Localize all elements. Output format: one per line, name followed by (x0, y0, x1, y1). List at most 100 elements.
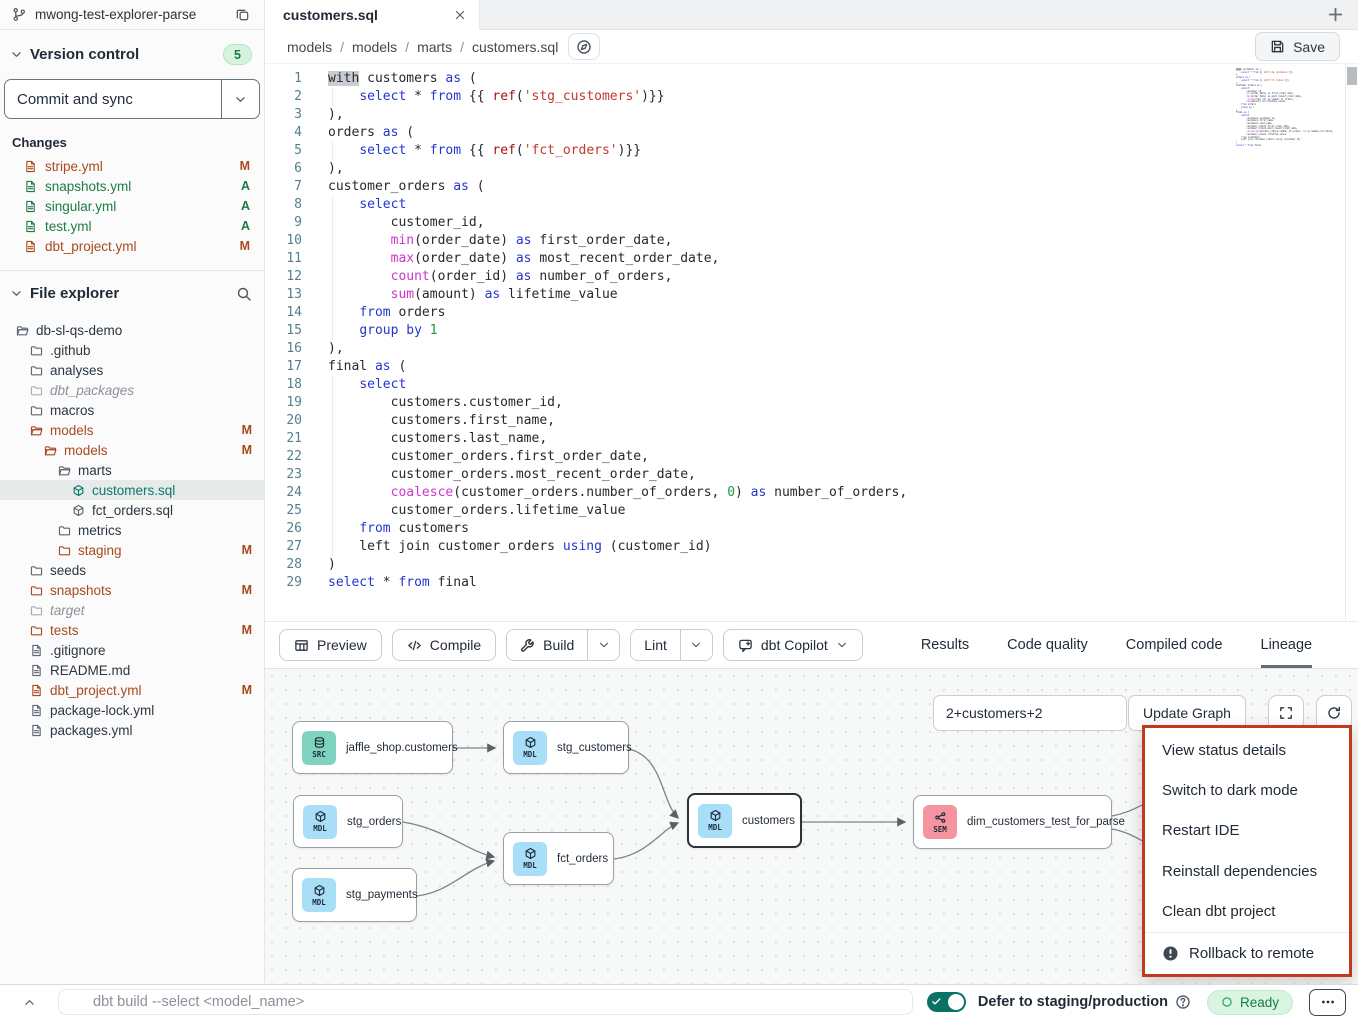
node-badge-text: MDL (313, 824, 327, 833)
commit-and-sync-button[interactable]: Commit and sync (5, 80, 221, 118)
tree-item-models[interactable]: modelsM (0, 420, 264, 440)
tree-item-staging[interactable]: stagingM (0, 540, 264, 560)
version-control-header[interactable]: Version control 5 (0, 30, 264, 75)
tree-item-label: models (64, 443, 235, 458)
change-file-name: singular.yml (45, 199, 233, 214)
line-number: 2 (265, 88, 302, 106)
node-type-badge: MDL (513, 731, 547, 765)
breadcrumb-item[interactable]: customers.sql (472, 39, 558, 55)
tree-item-seeds[interactable]: seeds (0, 560, 264, 580)
node-label: dim_customers_test_for_parse (967, 816, 1125, 828)
command-input[interactable]: dbt build --select <model_name> (58, 989, 913, 1015)
collapse-panel-button[interactable] (16, 996, 42, 1009)
tree-item-package-lock-yml[interactable]: package-lock.yml (0, 700, 264, 720)
menu-item-restart-ide[interactable]: Restart IDE (1145, 811, 1349, 851)
lineage-canvas[interactable]: SRCjaffle_shop.customers MDLstg_customers… (265, 669, 1358, 984)
more-options-button[interactable] (1309, 989, 1346, 1016)
editor-scrollbar[interactable] (1345, 64, 1358, 621)
tree-item-label: tests (50, 623, 235, 638)
preview-button[interactable]: Preview (279, 629, 382, 661)
menu-item-label: Switch to dark mode (1162, 782, 1298, 799)
search-icon[interactable] (236, 286, 252, 302)
file-icon (30, 664, 43, 677)
tree-item-tests[interactable]: testsM (0, 620, 264, 640)
change-row[interactable]: snapshots.ymlA (0, 176, 264, 196)
tree-item-target[interactable]: target (0, 600, 264, 620)
code-line: 8 select (265, 196, 1358, 214)
scrollbar-thumb[interactable] (1347, 67, 1357, 85)
change-row[interactable]: test.ymlA (0, 216, 264, 236)
menu-item-rollback-to-remote[interactable]: Rollback to remote (1145, 932, 1349, 974)
tab-code-quality[interactable]: Code quality (1007, 622, 1088, 668)
defer-toggle[interactable] (927, 992, 966, 1012)
tree-item-snapshots[interactable]: snapshotsM (0, 580, 264, 600)
lineage-node-customers[interactable]: MDLcustomers (687, 793, 802, 848)
breadcrumb-item[interactable]: marts (417, 39, 452, 55)
tree-item-label: models (50, 423, 235, 438)
tab-customers-sql[interactable]: customers.sql (265, 0, 480, 30)
menu-item-switch-to-dark-mode[interactable]: Switch to dark mode (1145, 770, 1349, 810)
tree-item-macros[interactable]: macros (0, 400, 264, 420)
commit-dropdown-button[interactable] (221, 80, 259, 118)
breadcrumb-item[interactable]: models (287, 39, 332, 55)
menu-item-reinstall-dependencies[interactable]: Reinstall dependencies (1145, 851, 1349, 891)
line-number: 28 (265, 556, 302, 574)
code-line: 19 customers.customer_id, (265, 394, 1358, 412)
node-badge-text: MDL (523, 861, 537, 870)
tree-item-customers-sql[interactable]: customers.sql (0, 480, 264, 500)
lineage-node-stg-orders[interactable]: MDL stg_orders (293, 795, 403, 848)
tab-results[interactable]: Results (921, 622, 969, 668)
breadcrumb-item[interactable]: models (352, 39, 397, 55)
change-row[interactable]: dbt_project.ymlM (0, 236, 264, 256)
change-row[interactable]: singular.ymlA (0, 196, 264, 216)
lineage-node-fct-orders[interactable]: MDLfct_orders (503, 832, 614, 885)
help-icon[interactable] (1175, 994, 1191, 1010)
lineage-node-jaffle-shop-customers[interactable]: SRCjaffle_shop.customers (292, 721, 453, 774)
node-badge-text: MDL (708, 823, 722, 832)
lint-dropdown-button[interactable] (680, 630, 712, 660)
lineage-selector-input[interactable]: 2+customers+2 (933, 695, 1127, 731)
tree-item--github[interactable]: .github (0, 340, 264, 360)
tree-item-packages-yml[interactable]: packages.yml (0, 720, 264, 740)
line-number: 24 (265, 484, 302, 502)
tree-item-fct-orders-sql[interactable]: fct_orders.sql (0, 500, 264, 520)
tree-item-dbt-packages[interactable]: dbt_packages (0, 380, 264, 400)
build-dropdown-button[interactable] (587, 630, 619, 660)
model-cube-icon (314, 810, 327, 823)
tree-item--gitignore[interactable]: .gitignore (0, 640, 264, 660)
menu-item-clean-dbt-project[interactable]: Clean dbt project (1145, 891, 1349, 931)
tab-compiled-code[interactable]: Compiled code (1126, 622, 1223, 668)
tree-item-db-sl-qs-demo[interactable]: db-sl-qs-demo (0, 320, 264, 340)
lineage-node-stg-payments[interactable]: MDLstg_payments (292, 868, 417, 922)
lineage-node-stg-customers[interactable]: MDLstg_customers (503, 721, 629, 774)
new-tab-button[interactable] (1312, 0, 1358, 29)
fullscreen-icon (1278, 705, 1294, 721)
build-button[interactable]: Build (507, 630, 587, 660)
code-line: 12 count(order_id) as number_of_orders, (265, 268, 1358, 286)
lint-button[interactable]: Lint (631, 630, 680, 660)
tree-item-marts[interactable]: marts (0, 460, 264, 480)
file-explorer-header[interactable]: File explorer (0, 271, 264, 312)
tree-item-readme-md[interactable]: README.md (0, 660, 264, 680)
code-editor[interactable]: 1with customers as (2 select * from {{ r… (265, 64, 1358, 622)
folder-icon (44, 444, 57, 457)
compile-button[interactable]: Compile (392, 629, 496, 661)
tab-lineage[interactable]: Lineage (1261, 622, 1313, 668)
close-tab-icon[interactable] (453, 8, 467, 22)
tree-item-metrics[interactable]: metrics (0, 520, 264, 540)
code-line: 2 select * from {{ ref('stg_customers')}… (265, 88, 1358, 106)
code-line: 27 left join customer_orders using (cust… (265, 538, 1358, 556)
save-button[interactable]: Save (1255, 32, 1340, 61)
open-docs-button[interactable] (568, 33, 600, 60)
copy-icon[interactable] (235, 7, 250, 22)
menu-item-view-status-details[interactable]: View status details (1145, 730, 1349, 770)
tree-item-analyses[interactable]: analyses (0, 360, 264, 380)
node-label: stg_orders (347, 816, 401, 828)
file-icon (24, 180, 37, 193)
tree-item-dbt-project-yml[interactable]: dbt_project.ymlM (0, 680, 264, 700)
dbt-copilot-button[interactable]: dbt Copilot (723, 629, 863, 661)
tree-item-models[interactable]: modelsM (0, 440, 264, 460)
change-row[interactable]: stripe.ymlM (0, 156, 264, 176)
lineage-node-dim-customers-test-for-parse[interactable]: SEMdim_customers_test_for_parse (913, 795, 1112, 849)
plus-icon (1327, 6, 1344, 23)
